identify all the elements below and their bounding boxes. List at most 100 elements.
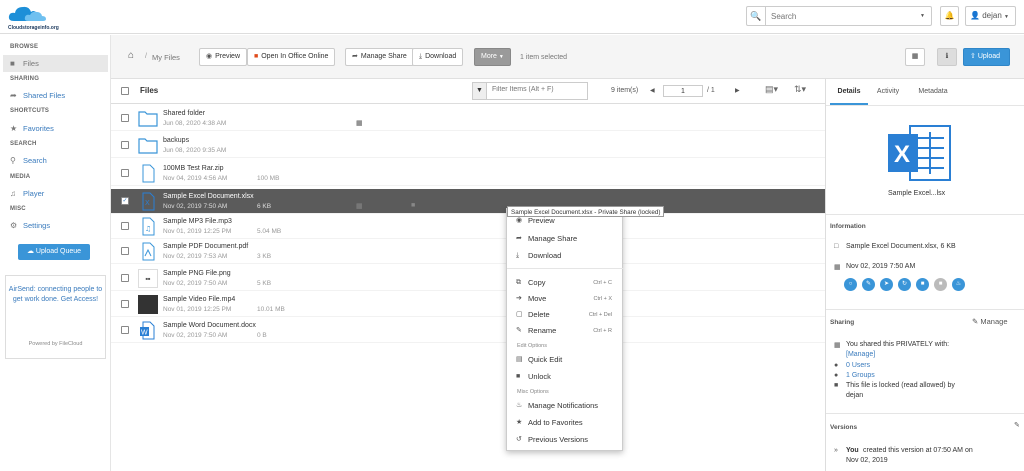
sidebar-item-files[interactable]: ■ Files [3, 55, 108, 72]
sort-icon[interactable]: ⇅▾ [794, 84, 806, 95]
row-checkbox[interactable] [121, 169, 129, 177]
row-checkbox[interactable] [121, 274, 129, 282]
menu-item-move[interactable]: ➔ Move Ctrl + X [507, 291, 624, 307]
select-all-checkbox[interactable] [121, 87, 129, 95]
table-row[interactable]: Sample Video File.mp4 Nov 01, 2019 12:25… [111, 292, 825, 317]
chevron-down-icon[interactable]: ▼ [920, 13, 925, 19]
preview-label: Preview [215, 53, 241, 60]
sidebar-item-favorites[interactable]: ★ Favorites [3, 120, 108, 137]
file-info: Sample Excel Document.xlsx, 6 KB [846, 243, 956, 250]
menu-item-manage-share[interactable]: ➦ Manage Share [507, 231, 624, 247]
table-row[interactable]: ♫ Sample MP3 File.mp3 Nov 01, 2019 12:25… [111, 214, 825, 239]
sidebar-item-player[interactable]: ♫ Player [3, 185, 108, 202]
search-box[interactable]: 🔍 ▼ [746, 6, 932, 26]
sidebar-item-search[interactable]: ⚲ Search [3, 152, 108, 169]
upload-button[interactable]: ⇧ Upload [963, 48, 1010, 66]
filter-input[interactable] [492, 86, 584, 93]
notifications-button[interactable]: 🔔 [940, 6, 959, 26]
sharing-heading: Sharing [830, 319, 855, 326]
sidebar-item-shared-files[interactable]: ➦ Shared Files [3, 87, 108, 104]
table-row[interactable]: 100MB Test Rar.zip Nov 04, 2019 4:56 AM … [111, 161, 825, 186]
tab-activity[interactable]: Activity [870, 79, 906, 105]
row-checkbox[interactable] [121, 247, 129, 255]
search-input[interactable] [771, 10, 911, 22]
menu-item-download[interactable]: ⤓ Download [507, 248, 624, 264]
menu-item-unlock[interactable]: ■ Unlock [507, 369, 624, 385]
column-header-files[interactable]: Files [140, 86, 158, 95]
row-checkbox[interactable] [121, 326, 129, 334]
user-menu-button[interactable]: 👤 dejan ▼ [965, 6, 1016, 26]
open-office-button[interactable]: ■ Open In Office Online [247, 48, 336, 66]
menu-item-delete[interactable]: ▢ Delete Ctrl + Del [507, 307, 624, 323]
share-icon: ➦ [352, 53, 358, 60]
move-icon: ➔ [516, 295, 522, 302]
page-input[interactable]: 1 [663, 85, 703, 97]
manage-label: Manage [980, 317, 1008, 326]
home-icon[interactable]: ⌂ [128, 50, 134, 61]
columns-icon[interactable]: ▤▾ [765, 84, 778, 95]
filter-box[interactable]: ▼ [472, 82, 588, 100]
menu-item-manage-notifications[interactable]: ♨ Manage Notifications [507, 398, 624, 414]
total-pages: / 1 [707, 87, 715, 94]
info-button[interactable]: ℹ [937, 48, 957, 66]
row-checkbox[interactable] [121, 222, 129, 230]
word-file-icon: W [140, 321, 155, 340]
manage-sharing-link[interactable]: ✎ Manage [972, 317, 1008, 326]
lock-icon: ■ [834, 382, 839, 389]
menu-item-copy[interactable]: ⧉ Copy Ctrl + C [507, 275, 624, 291]
breadcrumb[interactable]: My Files [152, 53, 180, 62]
refresh-icon[interactable]: ↻ [898, 278, 911, 291]
divider [826, 413, 1024, 414]
table-row[interactable]: Shared folder Jun 08, 2020 4:38 AM ▦ [111, 106, 825, 131]
table-row[interactable]: backups Jun 08, 2020 9:35 AM [111, 133, 825, 158]
menu-item-quick-edit[interactable]: ▤ Quick Edit [507, 352, 624, 368]
share-icon: ▦ [834, 342, 841, 349]
share-icon: ➦ [10, 91, 17, 100]
manage-share-button[interactable]: ➦ Manage Share [345, 48, 414, 66]
bell-icon[interactable]: ♨ [952, 278, 965, 291]
lock-icon[interactable]: ■ [934, 278, 947, 291]
sidebar-item-label: Shared Files [23, 91, 66, 100]
more-button[interactable]: More ▼ [474, 48, 511, 66]
preview-file-name: Sample Excel...lsx [888, 190, 946, 197]
logo-text: Cloudstorageinfo.org [8, 25, 59, 31]
table-row[interactable]: Sample PDF Document.pdf Nov 02, 2019 7:5… [111, 239, 825, 264]
row-checkbox[interactable]: ✓ [121, 197, 129, 205]
menu-item-add-favorites[interactable]: ★ Add to Favorites [507, 415, 624, 431]
menu-item-previous-versions[interactable]: ↺ Previous Versions [507, 432, 624, 448]
groups-link[interactable]: 1 Groups [846, 372, 875, 379]
menu-item-rename[interactable]: ✎ Rename Ctrl + R [507, 323, 624, 339]
logo[interactable]: Cloudstorageinfo.org [8, 3, 60, 31]
sidebar-item-label: Files [23, 59, 39, 68]
tab-metadata[interactable]: Metadata [909, 79, 957, 105]
upload-queue-button[interactable]: ☁ Upload Queue [18, 244, 90, 260]
file-name: 100MB Test Rar.zip [163, 165, 224, 172]
menu-label: Download [528, 251, 562, 260]
manage-link[interactable]: [Manage] [846, 351, 875, 358]
download-button[interactable]: ⤓ Download [412, 48, 464, 66]
sidebar-item-label: Favorites [23, 124, 54, 133]
table-row[interactable]: W Sample Word Document.docx Nov 02, 2019… [111, 318, 825, 343]
table-row[interactable]: ■■ Sample PNG File.png Nov 02, 2019 7:50… [111, 266, 825, 291]
file-date: Nov 02, 2019 7:50 AM [163, 280, 228, 287]
row-checkbox[interactable] [121, 114, 129, 122]
grid-view-button[interactable]: ▦ [905, 48, 925, 66]
menu-heading-misc-options: Misc Options [517, 389, 549, 395]
tab-details[interactable]: Details [830, 79, 868, 105]
edit-icon[interactable]: ✎ [862, 278, 875, 291]
shared-icon: ▦ [356, 120, 363, 127]
prev-page-icon[interactable]: ◀ [650, 87, 655, 94]
next-page-icon[interactable]: ▶ [735, 87, 740, 94]
table-row[interactable]: ✓ X Sample Excel Document.xlsx Nov 02, 2… [111, 189, 825, 214]
preview-button[interactable]: ◉ Preview [199, 48, 248, 66]
users-link[interactable]: 0 Users [846, 362, 870, 369]
copy-link-icon[interactable]: ○ [844, 278, 857, 291]
trash-icon[interactable]: ■ [916, 278, 929, 291]
edit-icon[interactable]: ✎ [1014, 421, 1020, 429]
row-checkbox[interactable] [121, 300, 129, 308]
share-icon[interactable]: ➤ [880, 278, 893, 291]
sidebar-item-settings[interactable]: ⚙ Settings [3, 217, 108, 234]
menu-divider [507, 268, 624, 269]
menu-label: Quick Edit [528, 355, 563, 364]
row-checkbox[interactable] [121, 141, 129, 149]
